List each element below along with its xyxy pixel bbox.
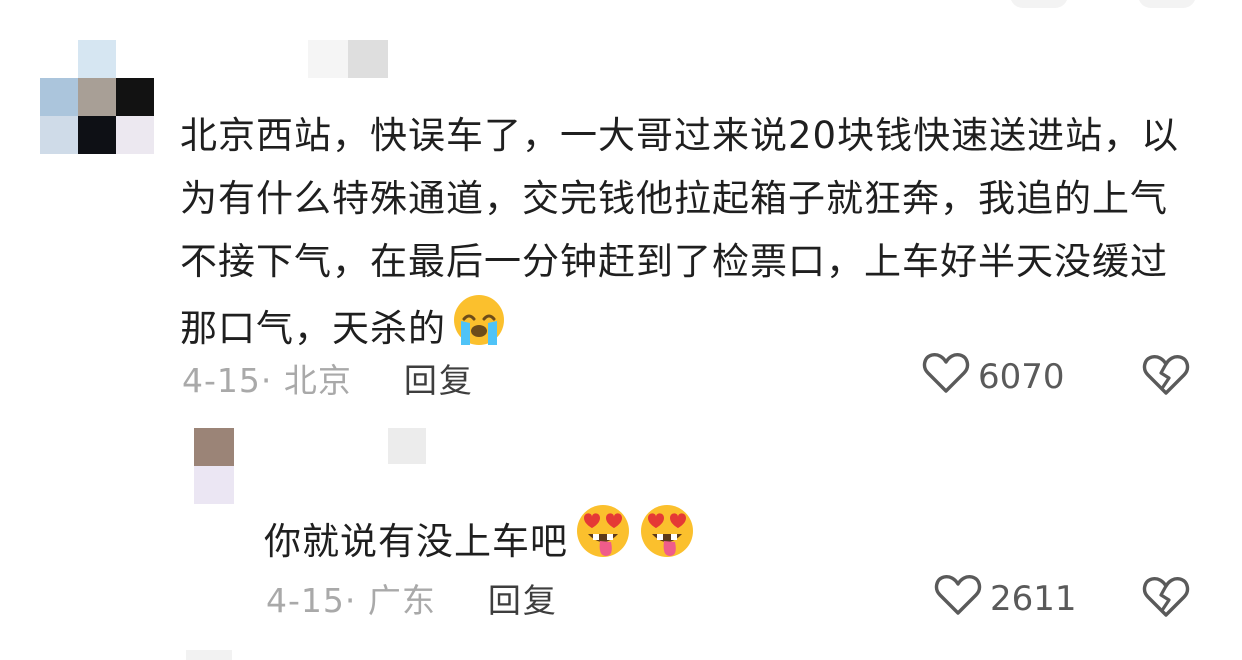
avatar-pixel [194, 428, 234, 466]
avatar[interactable] [194, 428, 234, 504]
reply-button[interactable]: 回复 [488, 574, 558, 622]
reply-text: 你就说有没上车吧 [264, 520, 568, 563]
comment-meta: 4-15· 北京 回复 [182, 356, 474, 400]
like-button[interactable]: 2611 [934, 574, 1077, 622]
like-count: 6070 [978, 357, 1065, 397]
avatar-pixel [40, 116, 78, 154]
avatar-pixel [194, 466, 234, 504]
avatar-pixel [78, 40, 116, 78]
reply-button[interactable]: 回复 [404, 354, 474, 402]
heart-outline-icon [922, 351, 978, 404]
comment-text: 北京西站，快误车了，一大哥过来说20块钱快速送进站，以为有什么特殊通道，交完钱他… [180, 114, 1180, 350]
dislike-button[interactable] [1142, 576, 1190, 622]
username-blur [388, 428, 426, 464]
like-count: 2611 [990, 579, 1077, 619]
like-button[interactable]: 6070 [922, 352, 1065, 400]
tongue-heart-eyes-face-icon [638, 502, 696, 578]
avatar-pixel [116, 78, 154, 116]
avatar[interactable] [40, 40, 156, 156]
avatar-pixel [40, 78, 78, 116]
dislike-button[interactable] [1142, 354, 1190, 400]
username-blur [348, 40, 388, 78]
top-partial-shape [1010, 0, 1068, 8]
next-avatar-partial [186, 650, 232, 660]
broken-heart-icon [1142, 353, 1190, 401]
avatar-pixel [116, 116, 154, 154]
avatar-pixel [78, 116, 116, 154]
heart-outline-icon [934, 573, 990, 626]
comment-body: 北京西站，快误车了，一大哥过来说20块钱快速送进站，以为有什么特殊通道，交完钱他… [180, 104, 1190, 366]
username-blur [308, 40, 348, 78]
top-partial-shape [1138, 0, 1196, 8]
avatar-pixel [78, 78, 116, 116]
date-location: 4-15· 广东 [266, 581, 436, 620]
reply-meta: 4-15· 广东 回复 [266, 576, 558, 620]
reply-body: 你就说有没上车吧 [264, 502, 696, 578]
date-location: 4-15· 北京 [182, 361, 352, 400]
tongue-heart-eyes-face-icon [574, 502, 632, 578]
broken-heart-icon [1142, 575, 1190, 623]
comment-thread: 北京西站，快误车了，一大哥过来说20块钱快速送进站，以为有什么特殊通道，交完钱他… [0, 0, 1242, 660]
